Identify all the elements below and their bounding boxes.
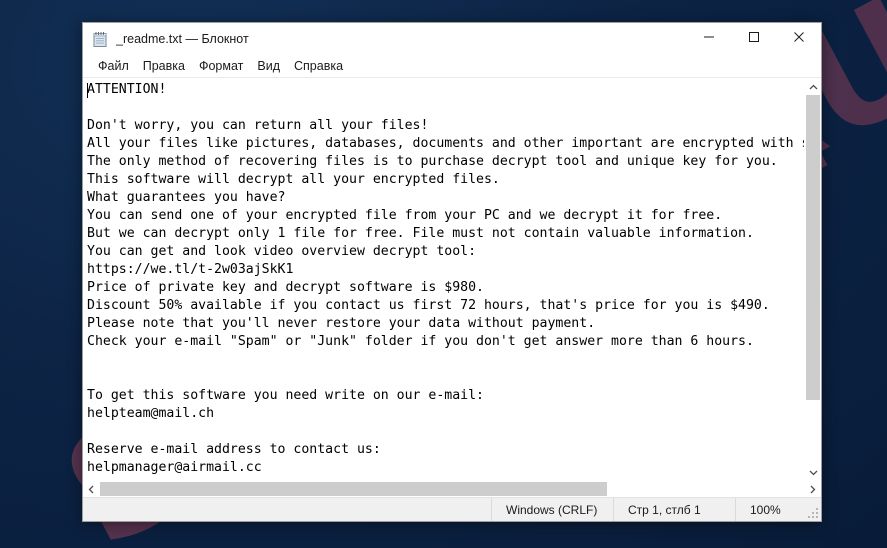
text-line: This software will decrypt all your encr…	[87, 172, 500, 187]
text-line: All your files like pictures, databases,…	[87, 136, 804, 151]
editor-region: ATTENTION! Don't worry, you can return a…	[83, 78, 821, 480]
text-line: Check your e-mail "Spam" or "Junk" folde…	[87, 334, 754, 349]
status-line-ending[interactable]: Windows (CRLF)	[491, 498, 613, 521]
menu-item-file[interactable]: Файл	[91, 57, 136, 76]
text-line: helpmanager@airmail.cc	[87, 460, 262, 475]
scroll-right-button[interactable]	[804, 481, 821, 498]
text-line: You can send one of your encrypted file …	[87, 208, 723, 223]
horizontal-scroll-track[interactable]	[100, 481, 804, 497]
resize-grip[interactable]	[807, 507, 818, 518]
status-cursor-position[interactable]: Стр 1, стлб 1	[613, 498, 735, 521]
chevron-left-icon	[88, 481, 95, 499]
title-bar[interactable]: _readme.txt — Блокнот	[83, 23, 821, 55]
chevron-right-icon	[809, 481, 816, 499]
scroll-down-button[interactable]	[805, 463, 821, 480]
scroll-up-button[interactable]	[805, 78, 821, 95]
chevron-down-icon	[809, 463, 818, 481]
text-line: Discount 50% available if you contact us…	[87, 298, 770, 313]
text-caret	[87, 83, 88, 98]
text-line: Please note that you'll never restore yo…	[87, 316, 596, 331]
text-editor[interactable]: ATTENTION! Don't worry, you can return a…	[83, 78, 804, 480]
minimize-icon	[703, 30, 715, 48]
notepad-icon	[92, 31, 109, 48]
text-line: Reserve e-mail address to contact us:	[87, 442, 381, 457]
scroll-left-button[interactable]	[83, 481, 100, 498]
text-line: https://we.tl/t-2w03ajSkK1	[87, 262, 294, 277]
close-icon	[793, 30, 805, 48]
menu-bar: Файл Правка Формат Вид Справка	[83, 55, 821, 78]
text-line: The only method of recovering files is t…	[87, 154, 778, 169]
close-button[interactable]	[776, 24, 821, 55]
vertical-scrollbar[interactable]	[804, 78, 821, 480]
menu-item-edit[interactable]: Правка	[136, 57, 192, 76]
text-line	[87, 423, 804, 441]
minimize-button[interactable]	[686, 24, 731, 55]
text-line: To get this software you need write on o…	[87, 388, 484, 403]
menu-item-format[interactable]: Формат	[192, 57, 250, 76]
window-title: _readme.txt — Блокнот	[116, 32, 249, 46]
text-line: You can get and look video overview decr…	[87, 244, 477, 259]
chevron-up-icon	[809, 78, 818, 96]
text-line	[87, 369, 804, 387]
text-line: ATTENTION!	[87, 82, 167, 97]
notepad-window: _readme.txt — Блокнот Файл Правка Формат…	[82, 22, 822, 522]
text-line: But we can decrypt only 1 file for free.…	[87, 226, 754, 241]
vertical-scroll-thumb[interactable]	[806, 95, 820, 401]
horizontal-scrollbar[interactable]	[83, 480, 821, 498]
status-bar-spacer	[83, 498, 491, 521]
maximize-button[interactable]	[731, 24, 776, 55]
text-line: Don't worry, you can return all your fil…	[87, 118, 429, 133]
menu-item-view[interactable]: Вид	[250, 57, 287, 76]
horizontal-scroll-thumb[interactable]	[100, 482, 607, 496]
maximize-icon	[748, 30, 760, 48]
text-line	[87, 99, 804, 117]
text-line: Price of private key and decrypt softwar…	[87, 280, 484, 295]
status-bar: Windows (CRLF) Стр 1, стлб 1 100%	[83, 497, 821, 521]
desktop-background: .RU SPYWARE _readme.txt — Блокнот	[0, 0, 887, 548]
text-line: helpteam@mail.ch	[87, 406, 215, 421]
text-line: What guarantees you have?	[87, 190, 286, 205]
text-line	[87, 351, 804, 369]
vertical-scroll-track[interactable]	[805, 95, 821, 463]
menu-item-help[interactable]: Справка	[287, 57, 350, 76]
